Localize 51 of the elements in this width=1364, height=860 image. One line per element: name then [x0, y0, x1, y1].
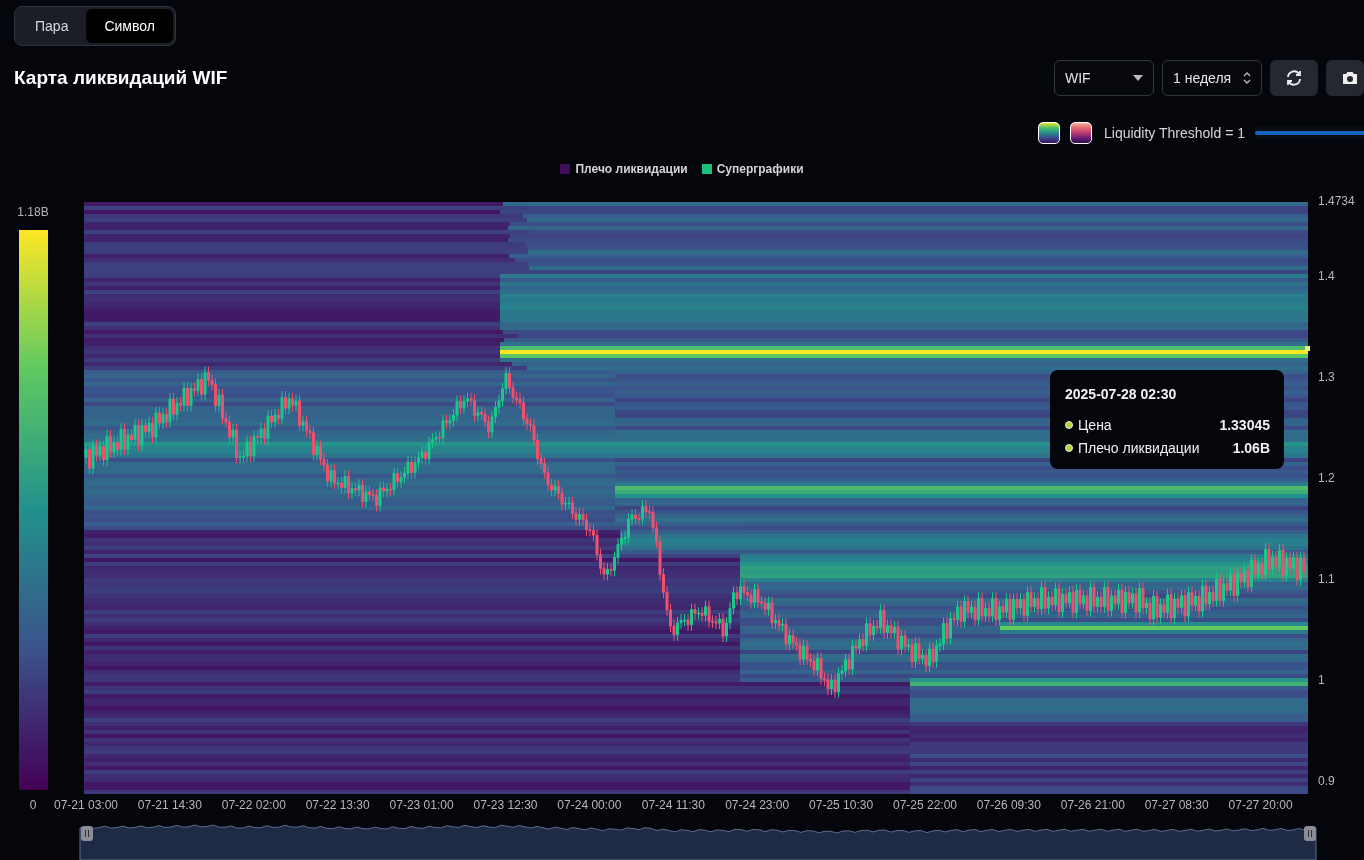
- threshold-label: Liquidity Threshold = 1: [1104, 125, 1245, 141]
- time-axis-label: 07-21 03:00: [53, 798, 119, 812]
- symbol-select[interactable]: WIF: [1054, 60, 1154, 96]
- screenshot-button[interactable]: [1326, 60, 1364, 96]
- tooltip-label: Цена: [1078, 416, 1112, 433]
- threshold-slider[interactable]: [1255, 127, 1364, 139]
- time-axis-label: 07-26 21:00: [1060, 798, 1125, 812]
- color-scheme-option[interactable]: [1038, 122, 1060, 144]
- refresh-button[interactable]: [1270, 60, 1318, 96]
- tooltip-value: 1.06B: [1232, 439, 1270, 456]
- price-axis-label: 1: [1318, 673, 1325, 687]
- time-axis-label: 07-27 08:30: [1144, 798, 1209, 812]
- tooltip-time: 2025-07-28 02:30: [1065, 386, 1177, 402]
- range-handle[interactable]: [81, 826, 93, 841]
- tooltip-value: 1.33045: [1219, 416, 1270, 433]
- legend-label[interactable]: Плечо ликвидации: [575, 162, 688, 176]
- price-axis-label: 1.2: [1318, 471, 1335, 485]
- price-axis-label: 1.1: [1318, 572, 1335, 586]
- range-handle[interactable]: [1304, 826, 1316, 841]
- tooltip-label: Плечо ликвидации: [1078, 439, 1200, 456]
- camera-icon: [1342, 71, 1358, 85]
- price-axis-label: 0.9: [1318, 774, 1335, 788]
- mode-tab[interactable]: Символ: [86, 9, 173, 43]
- time-axis-label: 07-26 09:30: [976, 798, 1041, 812]
- time-axis-label: 07-24 11:30: [641, 798, 705, 812]
- time-axis-label: 07-22 02:00: [221, 798, 286, 812]
- stepper-icon: [1243, 71, 1251, 85]
- color-scheme-option[interactable]: [1070, 122, 1092, 144]
- page-title: Карта ликвидаций WIF: [14, 67, 228, 89]
- time-axis-label: 07-27 20:00: [1228, 798, 1293, 812]
- price-marker: [1305, 346, 1310, 351]
- time-axis-label: 07-23 12:30: [473, 798, 538, 812]
- period-select[interactable]: 1 неделя: [1162, 60, 1262, 96]
- color-scale-max-label: 1.18B: [17, 205, 49, 219]
- price-axis-label: 1.4: [1318, 269, 1335, 283]
- refresh-icon: [1285, 70, 1303, 86]
- legend-label[interactable]: Суперграфики: [716, 162, 804, 176]
- time-axis-label: 07-24 00:00: [557, 798, 622, 812]
- time-axis-label: 07-24 23:00: [725, 798, 790, 812]
- time-axis-label: 07-22 13:30: [305, 798, 370, 812]
- time-axis-label: 07-25 10:30: [809, 798, 874, 812]
- series-dot: [1065, 443, 1073, 452]
- color-scale-min-label: 0: [29, 798, 37, 812]
- time-axis-label: 07-21 14:30: [137, 798, 202, 812]
- time-axis-label: 07-25 22:00: [892, 798, 958, 812]
- price-axis-label: 1.4734: [1318, 195, 1355, 208]
- mode-tab[interactable]: Пара: [17, 9, 87, 43]
- series-dot: [1065, 420, 1073, 429]
- caret-icon: [1133, 75, 1143, 81]
- price-axis-label: 1.3: [1318, 370, 1335, 384]
- time-axis-label: 07-23 01:00: [389, 798, 454, 812]
